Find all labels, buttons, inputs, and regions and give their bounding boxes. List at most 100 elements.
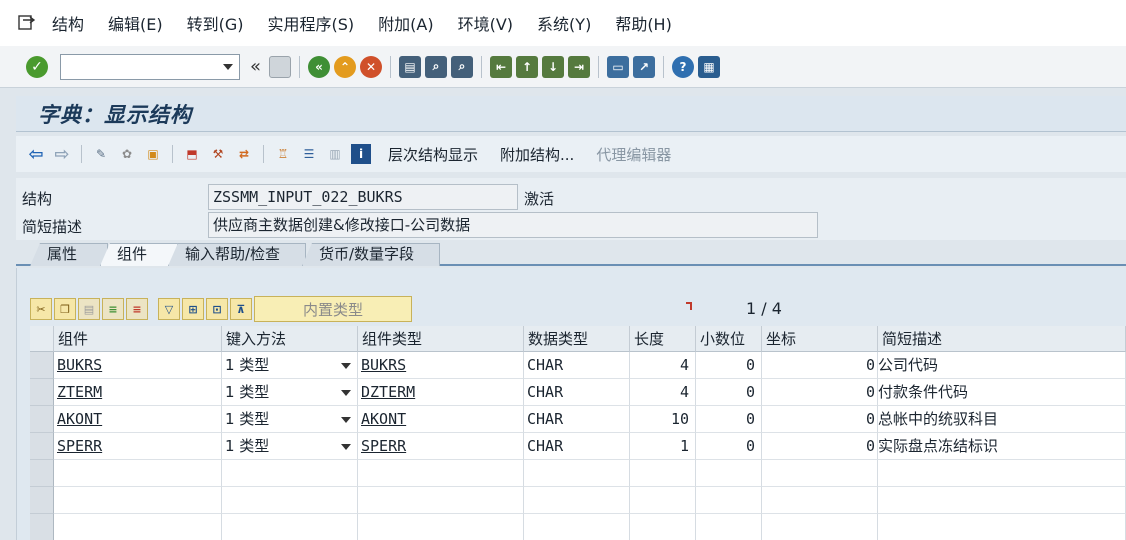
table-cell-coordinate[interactable]: 0 [762,379,878,406]
menu-structure[interactable]: 结构 [52,11,84,35]
cut-icon[interactable]: ✂ [30,298,52,320]
menu-utilities[interactable]: 实用程序(S) [268,11,355,35]
table-cell-decimals[interactable]: 0 [696,379,762,406]
row-selector[interactable] [30,460,54,487]
next-page-icon[interactable]: ↓ [542,55,565,78]
table-cell-data-type[interactable]: CHAR [524,379,630,406]
row-selector[interactable] [30,352,54,379]
typing-method-dropdown[interactable]: 1 类型 [222,406,358,433]
col-header-decimals[interactable]: 小数位 [696,326,762,352]
last-page-icon[interactable]: ⇥ [568,55,591,78]
enter-check-icon[interactable]: ✓ [26,55,48,78]
table-cell-component-type[interactable]: BUKRS [358,352,524,379]
dropdown-arrow-icon[interactable] [341,363,351,369]
magic-wand-icon[interactable]: ⚒ [208,144,228,164]
col-header-component-type[interactable]: 组件类型 [358,326,524,352]
forward-arrow-icon[interactable]: ⇨ [52,144,72,165]
empty-cell[interactable] [630,514,696,540]
exit-icon[interactable]: ⌃ [334,55,357,78]
empty-cell[interactable] [696,514,762,540]
collapse-icon[interactable]: ⊼ [230,298,252,320]
empty-cell[interactable] [696,487,762,514]
menu-environment[interactable]: 环境(V) [458,11,513,35]
shortcut-icon[interactable]: ↗ [633,55,656,78]
table-cell-component-type[interactable]: AKONT [358,406,524,433]
empty-cell[interactable] [762,514,878,540]
previous-page-icon[interactable]: ↑ [516,55,539,78]
back-icon[interactable]: « [308,55,331,78]
col-header-short-description[interactable]: 简短描述 [878,326,1126,352]
row-selector[interactable] [30,514,54,540]
activate-icon[interactable]: ⬒ [182,144,202,164]
menu-help[interactable]: 帮助(H) [615,11,672,35]
back-arrow-icon[interactable]: ⇦ [26,144,46,165]
empty-cell[interactable] [762,460,878,487]
append-structure-button[interactable]: 附加结构... [500,144,574,165]
table-cell-length[interactable]: 1 [630,433,696,460]
col-header-data-type[interactable]: 数据类型 [524,326,630,352]
empty-cell[interactable] [54,460,222,487]
typing-method-dropdown[interactable]: 1 类型 [222,379,358,406]
info-icon[interactable]: i [351,144,371,164]
table-cell-component-type[interactable]: SPERR [358,433,524,460]
table-cell-decimals[interactable]: 0 [696,433,762,460]
row-selector[interactable] [30,406,54,433]
empty-cell[interactable] [358,487,524,514]
table-cell-length[interactable]: 4 [630,352,696,379]
table-cell-component[interactable]: ZTERM [54,379,222,406]
filter-icon[interactable]: ▽ [158,298,180,320]
table-cell-coordinate[interactable]: 0 [762,406,878,433]
menu-edit[interactable]: 编辑(E) [108,11,163,35]
collapse-chevron-icon[interactable]: « [250,56,261,77]
table-cell-component[interactable]: BUKRS [54,352,222,379]
hierarchy-icon[interactable]: ♖ [273,144,293,164]
col-header-component[interactable]: 组件 [54,326,222,352]
find-icon[interactable]: ⌕ [425,55,448,78]
new-session-icon[interactable]: ▭ [607,55,630,78]
empty-cell[interactable] [524,460,630,487]
copy-icon[interactable]: ❐ [54,298,76,320]
save-icon[interactable] [269,55,292,78]
command-field[interactable] [60,53,240,80]
table-cell-short-description[interactable]: 付款条件代码 [878,379,1126,406]
empty-cell[interactable] [54,487,222,514]
command-dropdown-icon[interactable] [223,63,233,70]
empty-cell[interactable] [878,460,1126,487]
cancel-icon[interactable]: ✕ [360,55,383,78]
menu-extras[interactable]: 附加(A) [378,11,433,35]
menu-system[interactable]: 系统(Y) [537,11,591,35]
tab-input-help-check[interactable]: 输入帮助/检查 [168,243,306,266]
empty-cell[interactable] [524,514,630,540]
table-cell-coordinate[interactable]: 0 [762,352,878,379]
print-icon[interactable]: ▤ [399,55,422,78]
structure-name-field[interactable]: ZSSMM_INPUT_022_BUKRS [208,184,518,210]
table-cell-length[interactable]: 4 [630,379,696,406]
insert-row-icon[interactable]: ≡ [102,298,124,320]
table-cell-coordinate[interactable]: 0 [762,433,878,460]
details-icon[interactable]: ⊡ [206,298,228,320]
dropdown-arrow-icon[interactable] [341,417,351,423]
table-cell-data-type[interactable]: CHAR [524,433,630,460]
table-cell-data-type[interactable]: CHAR [524,406,630,433]
layout-menu-icon[interactable]: ▦ [698,55,721,78]
tab-currency-quantity-fields[interactable]: 货币/数量字段 [302,243,440,266]
short-description-field[interactable]: 供应商主数据创建&修改接口-公司数据 [208,212,818,238]
empty-cell[interactable] [762,487,878,514]
empty-cell[interactable] [222,514,358,540]
col-header-coordinate[interactable]: 坐标 [762,326,878,352]
empty-cell[interactable] [54,514,222,540]
empty-cell[interactable] [358,460,524,487]
table-cell-data-type[interactable]: CHAR [524,352,630,379]
system-menu-icon[interactable] [16,14,38,32]
check-icon[interactable]: ▣ [143,144,163,164]
col-header-typing-method[interactable]: 键入方法 [222,326,358,352]
row-selector[interactable] [30,379,54,406]
builtin-type-button[interactable]: 内置类型 [254,296,412,322]
select-all-header[interactable] [30,326,54,352]
empty-cell[interactable] [222,487,358,514]
empty-cell[interactable] [878,487,1126,514]
expand-icon[interactable]: ⊞ [182,298,204,320]
table-cell-short-description[interactable]: 总帐中的统驭科目 [878,406,1126,433]
object-list-icon[interactable]: ☰ [299,144,319,164]
dropdown-arrow-icon[interactable] [341,390,351,396]
